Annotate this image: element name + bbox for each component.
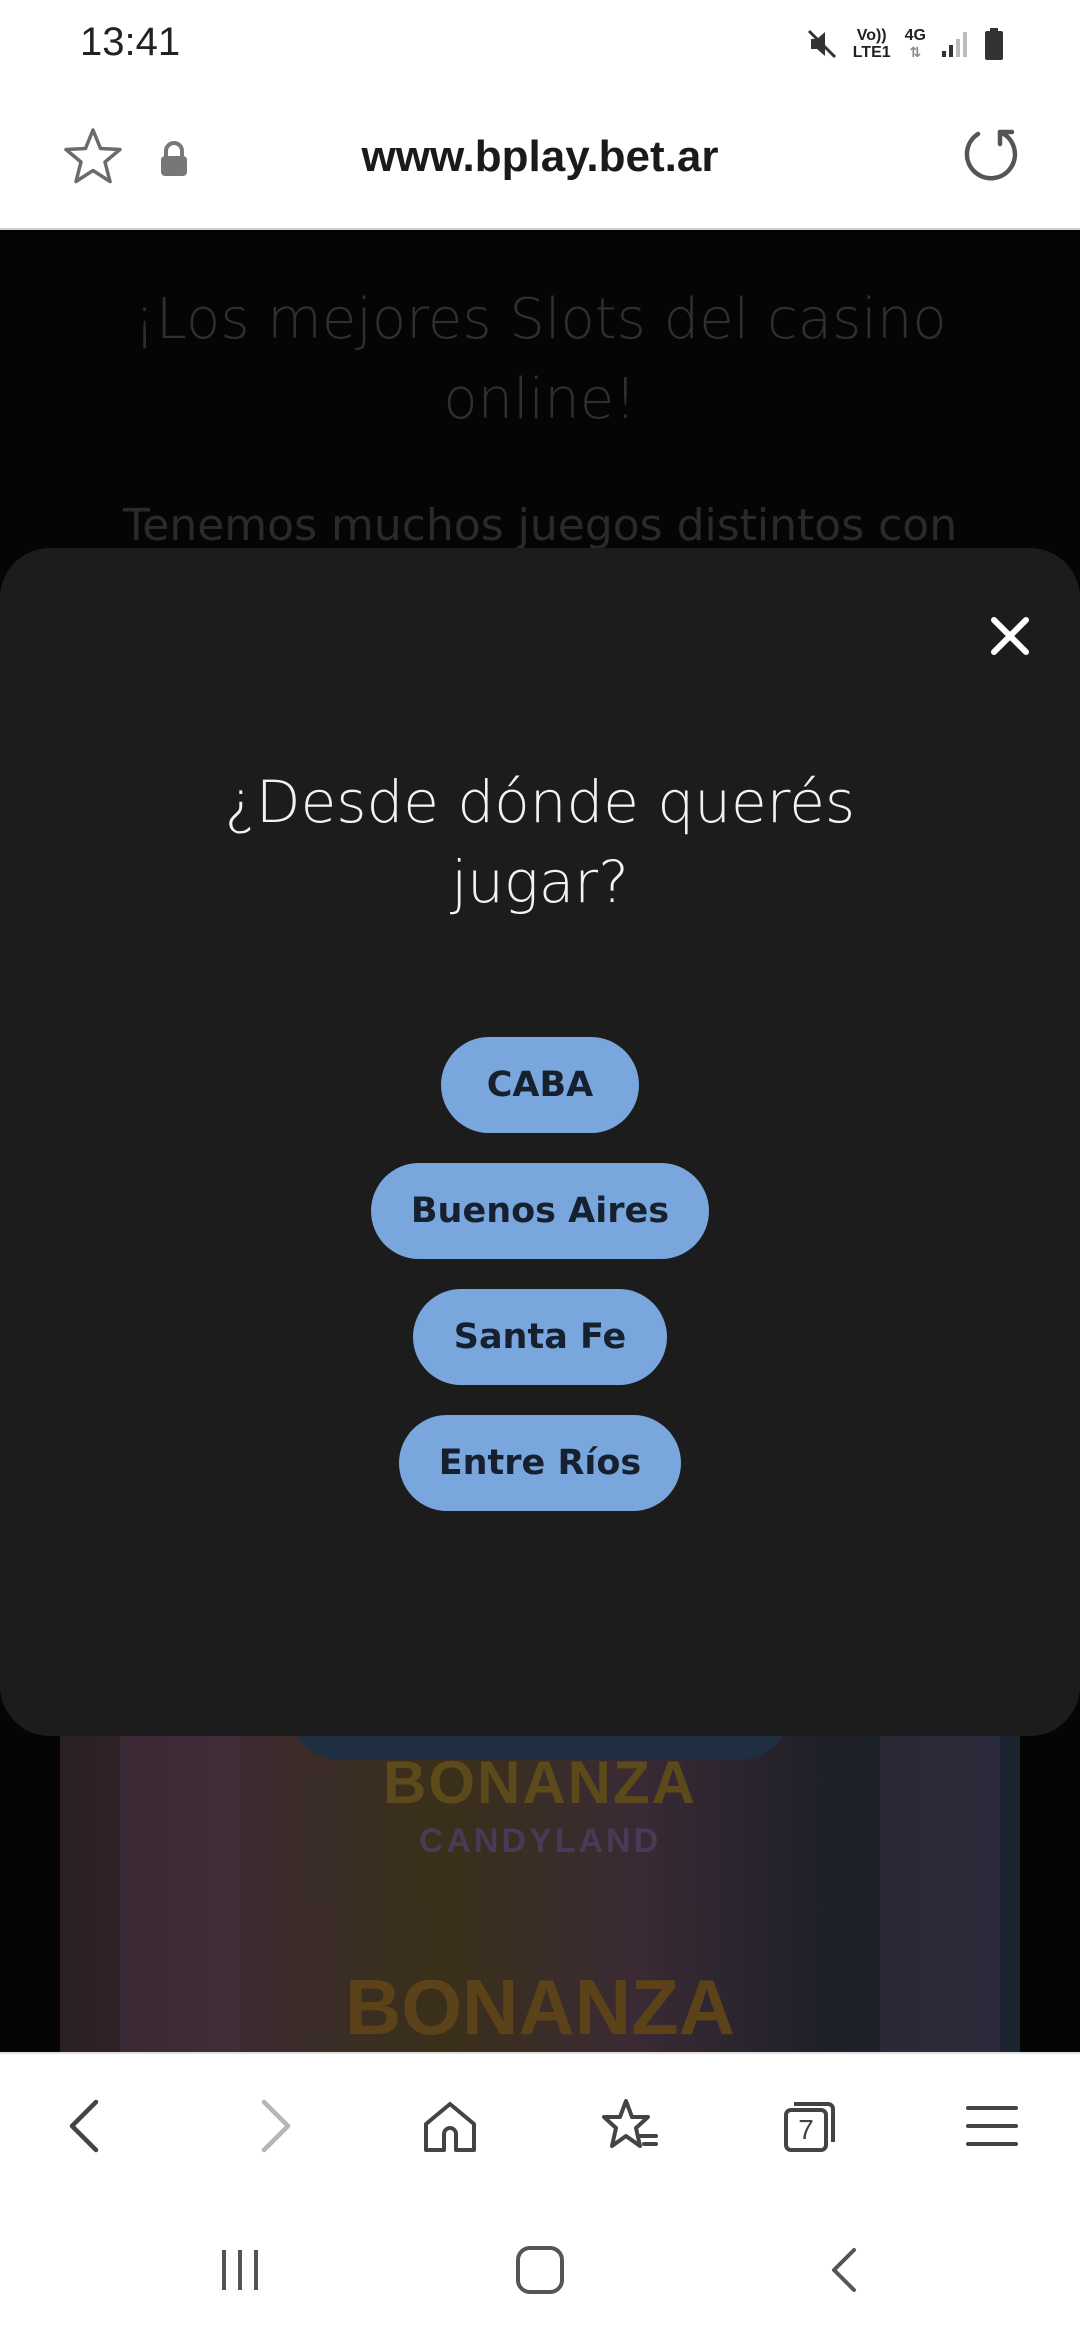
bookmarks-icon[interactable]	[600, 2096, 660, 2156]
recents-icon[interactable]	[212, 2242, 268, 2298]
back-icon[interactable]	[58, 2096, 118, 2156]
banner-logo-bottom: BONANZA	[345, 1963, 735, 2051]
browser-toolbar: 7	[0, 2052, 1080, 2194]
android-nav-bar	[0, 2194, 1080, 2340]
close-icon[interactable]	[980, 606, 1040, 666]
network-line2: LTE1	[852, 44, 891, 61]
network-line1: Vo))	[856, 27, 887, 44]
region-button-buenos-aires[interactable]: Buenos Aires	[371, 1163, 709, 1259]
region-modal: ¿Desde dónde querés jugar? CABA Buenos A…	[0, 548, 1080, 1736]
mute-icon	[807, 29, 836, 59]
data-arrows-icon: ⇅	[909, 44, 922, 60]
banner-subtitle: CANDYLAND	[418, 1822, 662, 1860]
page-text: Tenemos muchos juegos distintos con	[122, 500, 958, 551]
region-button-santa-fe[interactable]: Santa Fe	[413, 1289, 667, 1385]
status-time: 13:41	[80, 20, 181, 64]
url-text[interactable]: www.bplay.bet.ar	[0, 132, 1080, 182]
page-heading: ¡Los mejores Slots del casino online!	[133, 287, 947, 432]
region-button-entre-rios[interactable]: Entre Ríos	[399, 1415, 681, 1511]
home-icon[interactable]	[420, 2096, 480, 2156]
status-icons: Vo)) LTE1 4G ⇅	[805, 22, 1004, 66]
reload-icon[interactable]	[956, 124, 1018, 186]
network-volte: Vo)) LTE1	[853, 27, 891, 61]
tabs-icon[interactable]: 7	[780, 2096, 840, 2156]
tabs-count: 7	[798, 2114, 814, 2145]
url-bar[interactable]: www.bplay.bet.ar	[0, 88, 1080, 230]
menu-icon[interactable]	[962, 2096, 1022, 2156]
signal-icon	[942, 32, 967, 57]
network-type: 4G ⇅	[905, 27, 926, 61]
status-bar: 13:41 Vo)) LTE1 4G ⇅	[0, 0, 1080, 88]
region-button-caba[interactable]: CABA	[441, 1037, 639, 1133]
battery-icon	[985, 28, 1003, 60]
modal-title: ¿Desde dónde querés jugar?	[224, 768, 856, 916]
nav-back-icon[interactable]	[818, 2242, 874, 2298]
forward-icon[interactable]	[242, 2096, 302, 2156]
game-banner: BONANZA CANDYLAND BONANZA	[60, 1730, 1020, 2052]
home-circle-icon[interactable]	[512, 2242, 568, 2298]
network-type-label: 4G	[904, 27, 926, 44]
